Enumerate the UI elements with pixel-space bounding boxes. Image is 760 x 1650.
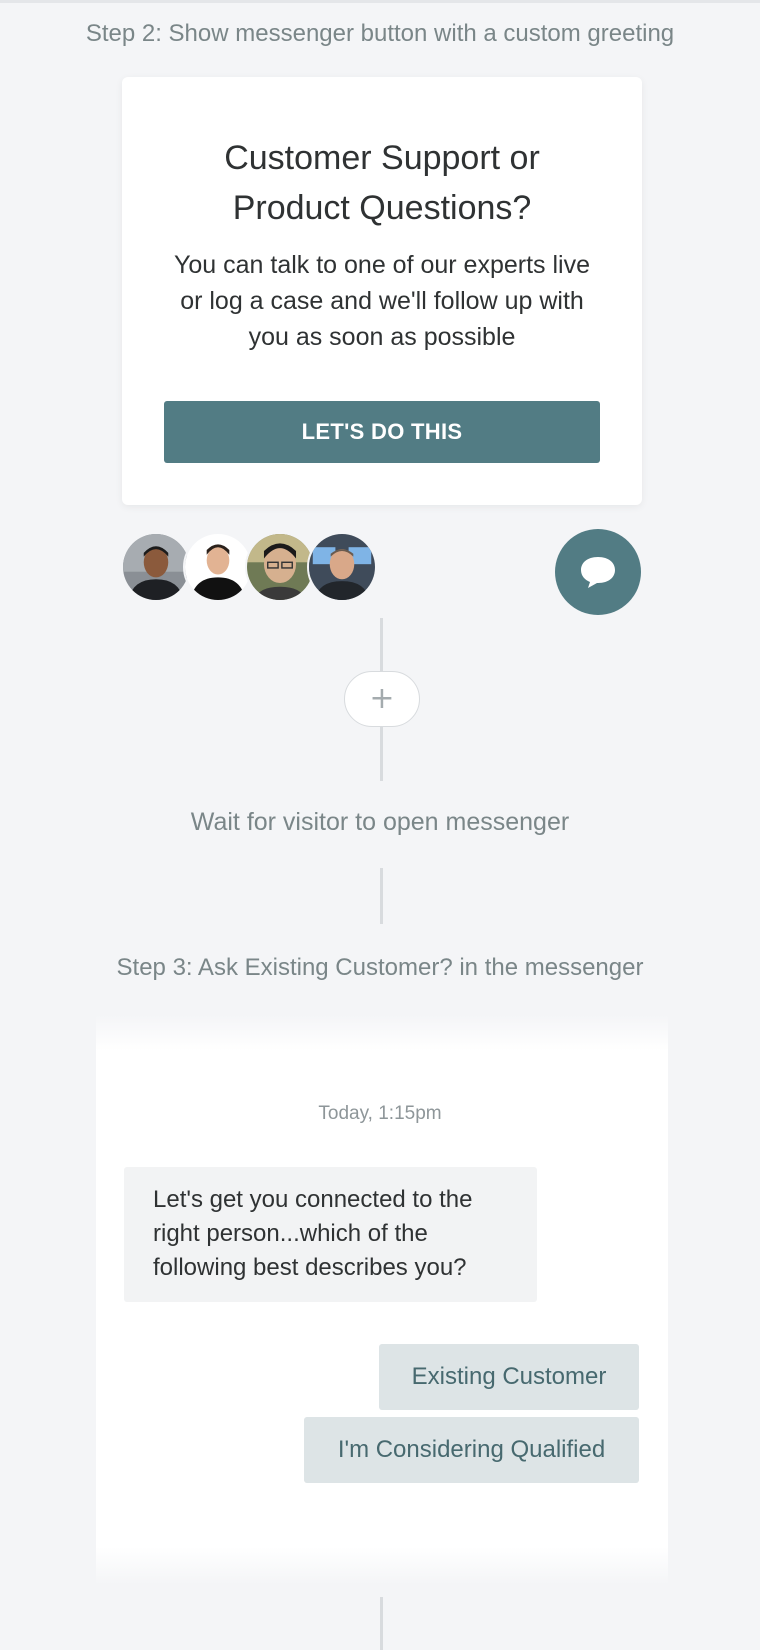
bot-message: Let's get you connected to the right per… [124,1167,537,1302]
plus-icon: + [369,681,395,716]
connector-line [380,868,383,924]
step3-title: Step 3: Ask Existing Customer? in the me… [116,954,644,981]
message-timestamp: Today, 1:15pm [318,1103,442,1124]
wait-step-label: Wait for visitor to open messenger [190,808,570,836]
top-divider [0,0,760,3]
connector-line [380,727,383,781]
connector-line [380,618,383,671]
messenger-button[interactable] [555,529,641,615]
avatar [307,532,377,602]
connector-line [380,1597,383,1650]
greeting-card[interactable]: Customer Support or Product Questions? Y… [122,77,642,505]
avatar [245,532,315,602]
greeting-body: You can talk to one of our experts live … [173,251,590,351]
option-existing-customer[interactable]: Existing Customer [379,1344,639,1410]
chat-bubble-icon [581,557,615,588]
avatar [183,532,253,602]
flow-builder-page: Step 2: Show messenger button with a cus… [0,0,760,1650]
avatar [121,532,191,602]
add-step-button[interactable]: + [344,671,420,727]
step2-title: Step 2: Show messenger button with a cus… [85,20,675,47]
lets-do-this-button[interactable]: LET'S DO THIS [164,401,600,463]
option-considering-qualified[interactable]: I'm Considering Qualified [304,1417,639,1483]
greeting-title: Customer Support or Product Questions? [224,139,540,227]
